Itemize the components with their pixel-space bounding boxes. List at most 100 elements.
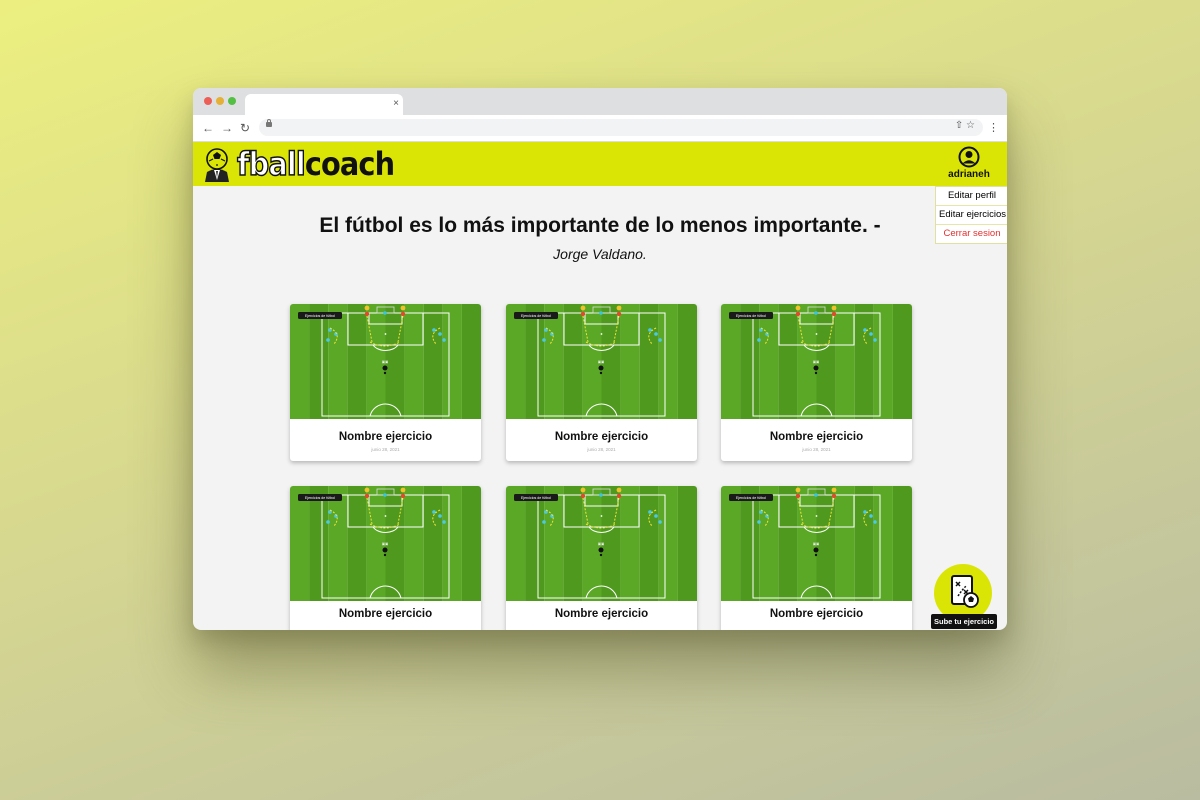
ball-marker: [383, 371, 387, 375]
ball: [382, 547, 388, 553]
coach-marker: ▣▣: [813, 360, 820, 364]
reload-icon[interactable]: ↻: [240, 120, 250, 136]
exercise-card[interactable]: ▣▣ Ejercicios de fútbol Nombre ejercicio: [721, 486, 912, 630]
tab-close-icon[interactable]: ×: [393, 97, 399, 111]
browser-window: × ← → ↻ ⇧ ☆ ⋮ fballcoach adrianeh Editar…: [193, 88, 1007, 630]
username: adrianeh: [948, 169, 990, 180]
player-blue: [814, 311, 818, 315]
cone: [580, 305, 586, 311]
penalty-spot: [600, 333, 603, 335]
player-blue: [757, 338, 761, 342]
browser-menu-icon[interactable]: ⋮: [988, 121, 999, 134]
quote-author: Jorge Valdano.: [553, 246, 647, 262]
player-blue: [326, 338, 330, 342]
exercise-title: Nombre ejercicio: [338, 608, 433, 620]
user-menu-toggle[interactable]: adrianeh: [931, 146, 1007, 180]
pitch-thumbnail: ▣▣ Ejercicios de fútbol: [290, 304, 481, 419]
player-red: [580, 311, 586, 317]
minimize-window-dot[interactable]: [216, 97, 224, 105]
player-blue: [438, 332, 442, 336]
quote-text: El fútbol es lo más importante de lo men…: [319, 214, 881, 237]
lock-icon: [266, 119, 272, 127]
ball: [813, 547, 819, 553]
pitch-thumbnail: ▣▣ Ejercicios de fútbol: [721, 304, 912, 419]
exercise-title: Nombre ejercicio: [769, 608, 864, 620]
cone: [795, 487, 801, 493]
category-badge-text: Ejercicios de fútbol: [305, 314, 335, 318]
exercise-card[interactable]: ▣▣ Ejercicios de fútbol Nombre ejercicio: [506, 486, 697, 630]
coach-marker: ▣▣: [382, 542, 389, 546]
cone: [616, 305, 622, 311]
player-blue: [658, 338, 662, 342]
player-blue: [432, 510, 436, 514]
coach-mascot-icon: [205, 148, 229, 182]
ball-marker: [599, 553, 603, 557]
maximize-window-dot[interactable]: [228, 97, 236, 105]
penalty-spot: [600, 515, 603, 517]
exercise-card[interactable]: ▣▣ Ejercicios de fútbol Nombre ejercicio …: [506, 304, 697, 461]
player-blue: [863, 328, 867, 332]
ball: [598, 365, 604, 371]
player-blue: [442, 520, 446, 524]
address-bar: ← → ↻ ⇧ ☆ ⋮: [193, 115, 1007, 142]
player-red: [616, 493, 622, 499]
category-badge-text: Ejercicios de fútbol: [521, 496, 551, 500]
penalty-spot: [384, 515, 387, 517]
player-red: [400, 311, 406, 317]
player-blue: [869, 514, 873, 518]
menu-item-edit-profile[interactable]: Editar perfil: [936, 187, 1007, 206]
player-red: [831, 493, 837, 499]
category-badge-text: Ejercicios de fútbol: [521, 314, 551, 318]
user-avatar-icon: [958, 146, 980, 168]
upload-exercise-label[interactable]: Sube tu ejercicio: [931, 614, 998, 629]
exercise-date: junio 28, 2021: [587, 447, 616, 452]
exercise-card[interactable]: ▣▣ Ejercicios de fútbol Nombre ejercicio …: [290, 304, 481, 461]
player-blue: [757, 520, 761, 524]
player-red: [831, 311, 837, 317]
cone: [364, 487, 370, 493]
cone: [616, 487, 622, 493]
category-badge-text: Ejercicios de fútbol: [305, 496, 335, 500]
player-red: [795, 493, 801, 499]
exercise-card[interactable]: ▣▣ Ejercicios de fútbol Nombre ejercicio …: [721, 304, 912, 461]
coach-marker: ▣▣: [382, 360, 389, 364]
url-input[interactable]: ⇧ ☆: [259, 119, 983, 136]
player-blue: [599, 311, 603, 315]
pitch-thumbnail: ▣▣ Ejercicios de fútbol: [506, 486, 697, 601]
player-blue: [873, 520, 877, 524]
category-badge-text: Ejercicios de fútbol: [736, 496, 766, 500]
forward-icon[interactable]: →: [221, 120, 233, 136]
player-blue: [326, 520, 330, 524]
ball-marker: [599, 371, 603, 375]
exercise-title: Nombre ejercicio: [338, 431, 433, 443]
menu-item-edit-exercises[interactable]: Editar ejercicios: [936, 206, 1007, 225]
coach-marker: ▣▣: [598, 360, 605, 364]
cone: [831, 487, 837, 493]
player-red: [795, 311, 801, 317]
site-header: fballcoach adrianeh: [193, 142, 1007, 186]
penalty-spot: [815, 515, 818, 517]
player-blue: [654, 514, 658, 518]
penalty-spot: [815, 333, 818, 335]
coach-marker: ▣▣: [598, 542, 605, 546]
pitch-thumbnail: ▣▣ Ejercicios de fútbol: [721, 486, 912, 601]
ball: [813, 365, 819, 371]
share-bookmark-icons[interactable]: ⇧ ☆: [955, 120, 975, 131]
close-window-dot[interactable]: [204, 97, 212, 105]
back-icon[interactable]: ←: [202, 120, 214, 136]
browser-tab[interactable]: ×: [245, 94, 403, 115]
ball-marker: [383, 553, 387, 557]
player-red: [616, 311, 622, 317]
player-blue: [869, 332, 873, 336]
player-red: [364, 311, 370, 317]
ball-marker: [814, 553, 818, 557]
site-logo[interactable]: fballcoach: [201, 145, 412, 183]
player-blue: [438, 514, 442, 518]
ball: [598, 547, 604, 553]
exercise-card[interactable]: ▣▣ Ejercicios de fútbol Nombre ejercicio: [290, 486, 481, 630]
penalty-spot: [384, 333, 387, 335]
ball-marker: [814, 371, 818, 375]
cone: [831, 305, 837, 311]
cone: [400, 305, 406, 311]
menu-item-logout[interactable]: Cerrar sesion: [936, 225, 1007, 243]
